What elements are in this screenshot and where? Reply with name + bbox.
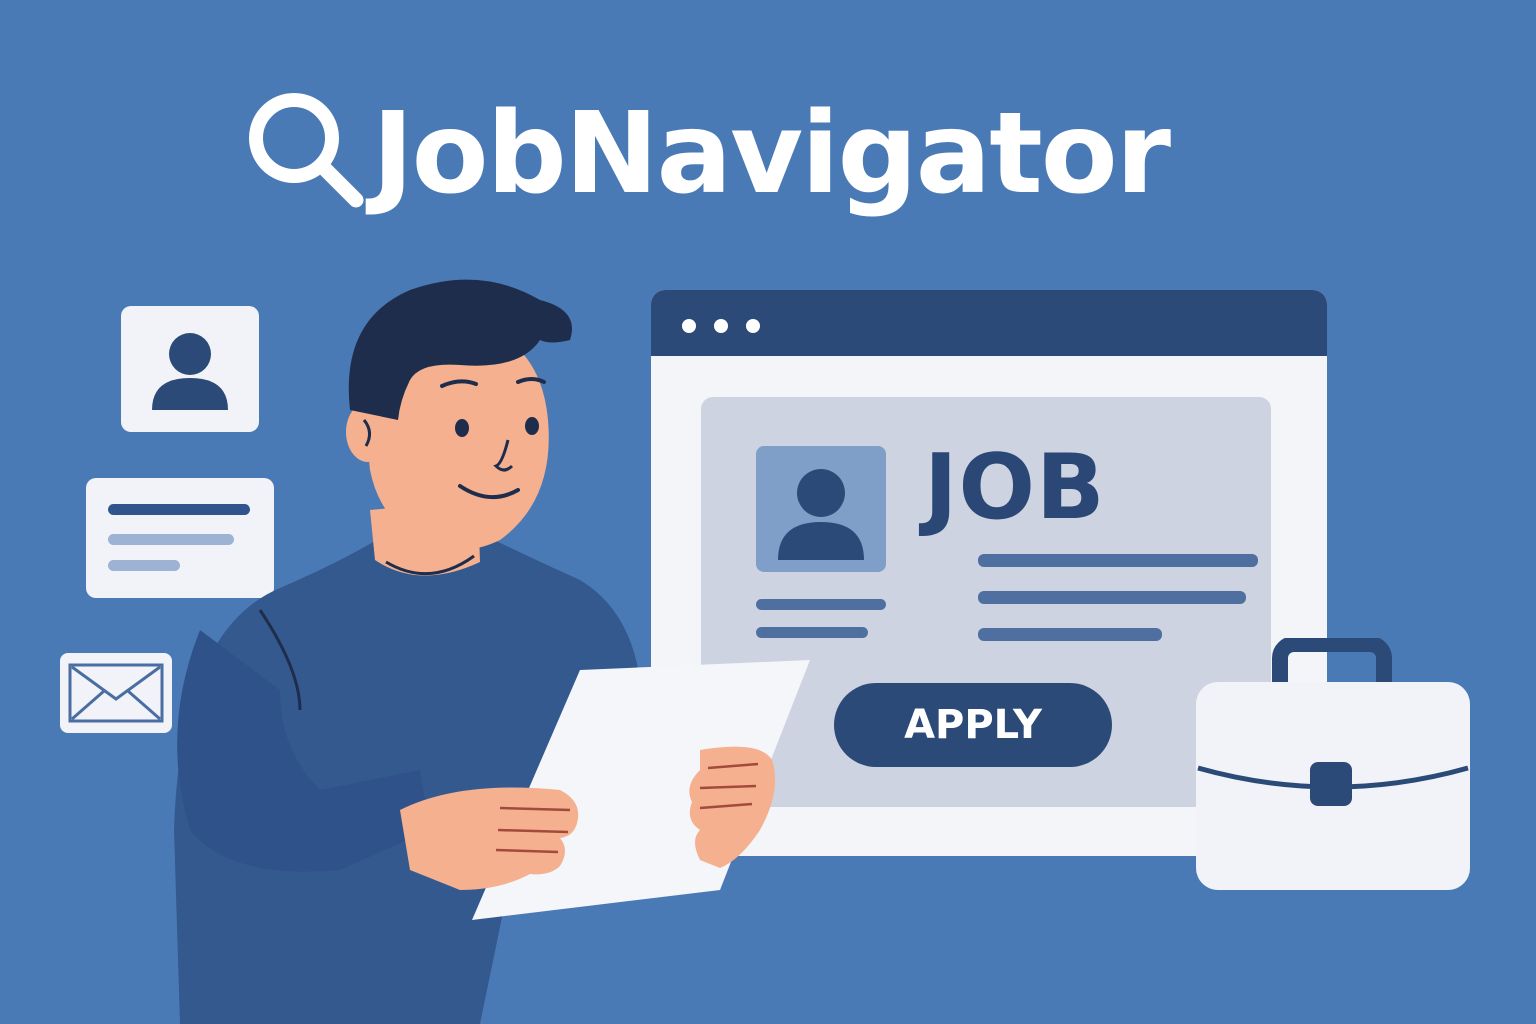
- brand-header: JobNavigator: [240, 78, 1300, 238]
- job-title: JOB: [924, 435, 1106, 540]
- briefcase-icon: [1196, 638, 1470, 890]
- mail-card: [60, 653, 172, 733]
- apply-button[interactable]: APPLY: [834, 683, 1112, 767]
- envelope-icon: [68, 663, 164, 723]
- search-icon: [249, 93, 364, 208]
- person-holding-document: [174, 279, 810, 1024]
- brand-name: JobNavigator: [372, 89, 1171, 219]
